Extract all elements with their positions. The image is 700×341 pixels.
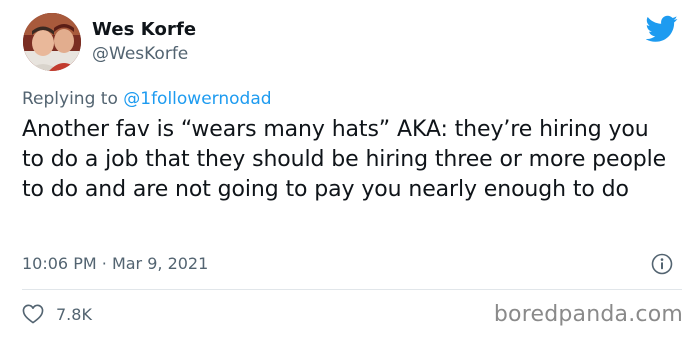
replying-to: Replying to @1followernodad (22, 89, 272, 109)
tweet-text: Another fav is “wears many hats” AKA: th… (22, 117, 667, 202)
divider (22, 289, 682, 290)
tweet-date: Mar 9, 2021 (111, 254, 209, 273)
likes-count: 7.8K (56, 304, 92, 324)
avatar[interactable] (23, 13, 81, 71)
replying-prefix: Replying to (22, 89, 124, 109)
tweet-timestamp[interactable]: 10:06 PM · Mar 9, 2021 (22, 254, 208, 273)
twitter-bird-icon[interactable] (646, 15, 678, 43)
heart-icon (22, 304, 44, 324)
info-icon[interactable] (651, 253, 673, 275)
meta-separator: · (101, 254, 107, 273)
author-handle[interactable]: @WesKorfe (92, 44, 188, 64)
reply-mention-link[interactable]: @1followernodad (123, 89, 271, 109)
avatar-photo (23, 13, 81, 71)
like-button[interactable]: 7.8K (22, 302, 92, 326)
tweet-time: 10:06 PM (22, 254, 97, 273)
watermark: boredpanda.com (493, 302, 683, 327)
author-name[interactable]: Wes Korfe (92, 19, 196, 40)
